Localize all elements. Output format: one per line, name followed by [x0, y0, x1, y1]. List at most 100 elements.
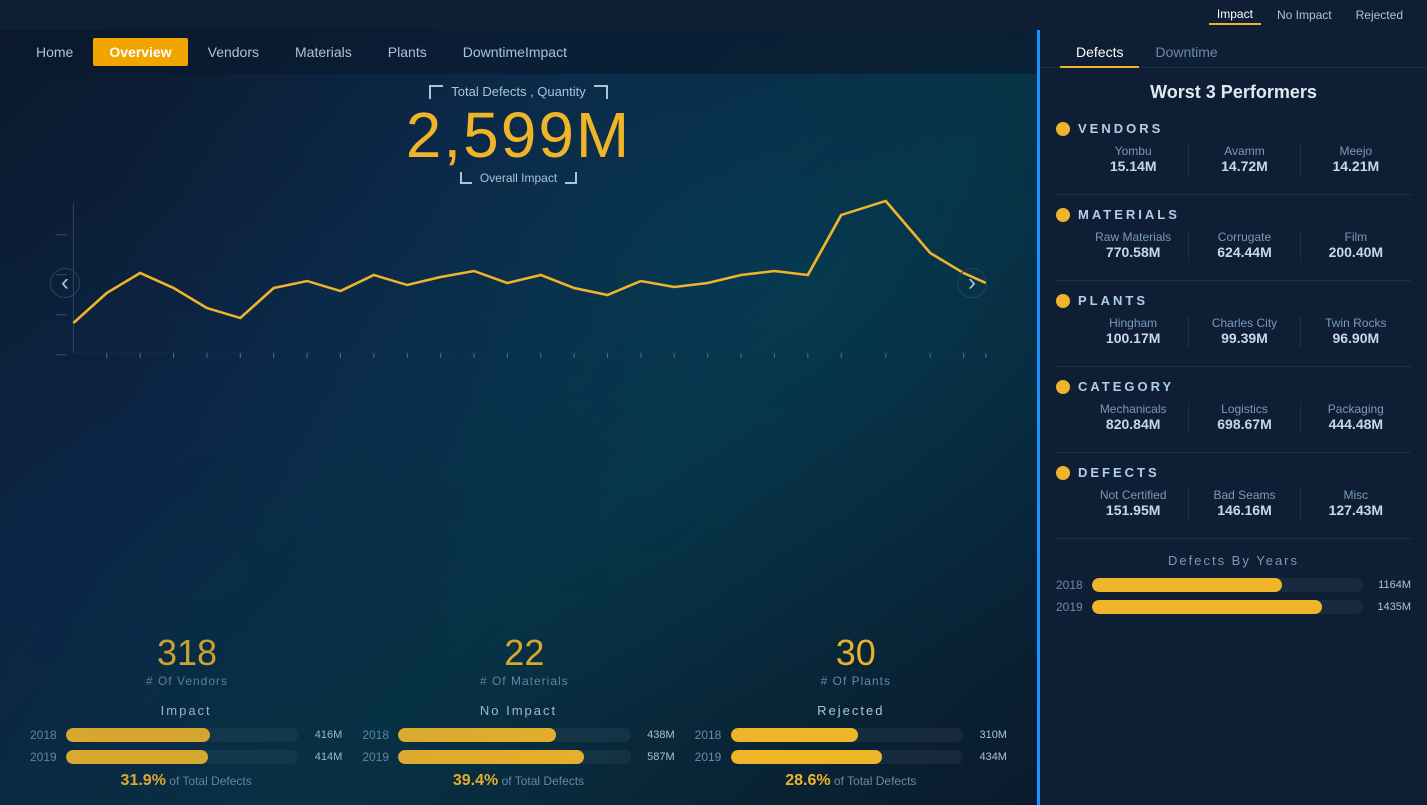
rejected-year-2018: 2018 — [695, 728, 725, 742]
rejected-bar-2018: 2018 310M — [695, 728, 1007, 742]
no-impact-pct: 39.4% of Total Defects — [362, 772, 674, 790]
rejected-value-2018: 310M — [969, 729, 1007, 741]
cat-3: Packaging 444.48M — [1301, 402, 1411, 434]
materials-name: MATERIALS — [1078, 207, 1180, 222]
divider-line — [1056, 452, 1411, 453]
dby-track-2018 — [1092, 578, 1363, 592]
plants-label: # Of Plants — [821, 674, 891, 688]
plants-dot — [1056, 294, 1070, 308]
materials-header: MATERIALS — [1056, 207, 1411, 222]
worst-performers-title: Worst 3 Performers — [1040, 68, 1427, 113]
category-vendors: VENDORS Yombu 15.14M Avamm 14.72M Meejo … — [1040, 113, 1427, 190]
filter-impact[interactable]: Impact — [1209, 5, 1261, 25]
no-impact-fill-2018 — [398, 728, 556, 742]
vendors-count: 318 — [146, 632, 228, 674]
tab-defects[interactable]: Defects — [1060, 38, 1139, 68]
impact-bar-2019: 2019 414M — [30, 750, 342, 764]
no-impact-title: No Impact — [362, 703, 674, 718]
rejected-fill-2019 — [731, 750, 882, 764]
no-impact-year-2018: 2018 — [362, 728, 392, 742]
plants-name: PLANTS — [1078, 293, 1148, 308]
material-1: Raw Materials 770.58M — [1078, 230, 1188, 262]
left-panel: Home Overview Vendors Materials Plants D… — [0, 30, 1037, 805]
impact-fill-2018 — [66, 728, 210, 742]
rejected-pct: 28.6% of Total Defects — [695, 772, 1007, 790]
divider-line — [1056, 366, 1411, 367]
overall-impact-label: Overall Impact — [60, 171, 977, 185]
impact-year-2019: 2019 — [30, 750, 60, 764]
defects-dot — [1056, 466, 1070, 480]
materials-label: # Of Materials — [480, 674, 569, 688]
dby-row-2019: 2019 1435M — [1056, 600, 1411, 614]
impact-fill-2019 — [66, 750, 208, 764]
chart-title: Total Defects , Quantity — [60, 84, 977, 99]
filter-rejected[interactable]: Rejected — [1348, 6, 1411, 24]
stats-row: 318 # Of Vendors 22 # Of Materials 30 # … — [0, 622, 1037, 693]
vendors-dot — [1056, 122, 1070, 136]
nav-plants[interactable]: Plants — [372, 38, 443, 66]
line-chart: ‹ — — — — — [40, 193, 997, 373]
dby-track-2019 — [1092, 600, 1363, 614]
nav-materials[interactable]: Materials — [279, 38, 368, 66]
material-3: Film 200.40M — [1301, 230, 1411, 262]
dby-fill-2018 — [1092, 578, 1282, 592]
impact-value-2019: 414M — [304, 751, 342, 763]
nav-downtime-impact[interactable]: DowntimeImpact — [447, 38, 583, 66]
category-category: CATEGORY Mechanicals 820.84M Logistics 6… — [1040, 371, 1427, 448]
plants-header: PLANTS — [1056, 293, 1411, 308]
rejected-fill-2018 — [731, 728, 859, 742]
impact-year-2018: 2018 — [30, 728, 60, 742]
impact-bar-2018: 2018 416M — [30, 728, 342, 742]
no-impact-track-2018 — [398, 728, 630, 742]
materials-performers: Raw Materials 770.58M Corrugate 624.44M … — [1056, 230, 1411, 262]
rejected-track-2018 — [731, 728, 963, 742]
plant-2: Charles City 99.39M — [1189, 316, 1299, 348]
filter-no-impact[interactable]: No Impact — [1269, 6, 1340, 24]
impact-title: Impact — [30, 703, 342, 718]
rejected-value-2019: 434M — [969, 751, 1007, 763]
tab-downtime[interactable]: Downtime — [1139, 38, 1233, 68]
no-impact-value-2018: 438M — [637, 729, 675, 741]
defects-performers: Not Certified 151.95M Bad Seams 146.16M … — [1056, 488, 1411, 520]
category-defects: DEFECTS Not Certified 151.95M Bad Seams … — [1040, 457, 1427, 534]
svg-text:—: — — [57, 309, 68, 319]
no-impact-fill-2019 — [398, 750, 584, 764]
divider-line — [1056, 538, 1411, 539]
dby-value-2018: 1164M — [1369, 579, 1411, 591]
nav-bar: Home Overview Vendors Materials Plants D… — [0, 30, 1037, 74]
no-impact-track-2019 — [398, 750, 630, 764]
nav-overview[interactable]: Overview — [93, 38, 187, 66]
category-materials: MATERIALS Raw Materials 770.58M Corrugat… — [1040, 199, 1427, 276]
chart-next-button[interactable]: › — [957, 268, 987, 298]
vendor-3: Meejo 14.21M — [1301, 144, 1411, 176]
total-defects-number: 2,599M — [60, 103, 977, 167]
dby-year-2018: 2018 — [1056, 578, 1086, 592]
defects-by-years: Defects By Years 2018 1164M 2019 1435M — [1040, 543, 1427, 632]
nav-vendors[interactable]: Vendors — [192, 38, 275, 66]
vendors-name: VENDORS — [1078, 121, 1163, 136]
dby-row-2018: 2018 1164M — [1056, 578, 1411, 592]
main-layout: Home Overview Vendors Materials Plants D… — [0, 30, 1427, 805]
rejected-year-2019: 2019 — [695, 750, 725, 764]
impact-track-2019 — [66, 750, 298, 764]
impact-track-2018 — [66, 728, 298, 742]
dby-fill-2019 — [1092, 600, 1322, 614]
impact-value-2018: 416M — [304, 729, 342, 741]
plant-3: Twin Rocks 96.90M — [1301, 316, 1411, 348]
category-header: CATEGORY — [1056, 379, 1411, 394]
divider-line — [1056, 280, 1411, 281]
vendors-performers: Yombu 15.14M Avamm 14.72M Meejo 14.21M — [1056, 144, 1411, 176]
nav-home[interactable]: Home — [20, 38, 89, 66]
cat-2: Logistics 698.67M — [1189, 402, 1299, 434]
dby-title: Defects By Years — [1056, 553, 1411, 568]
plants-count: 30 — [821, 632, 891, 674]
top-filter-bar: Impact No Impact Rejected — [0, 0, 1427, 30]
stat-plants: 30 # Of Plants — [821, 632, 891, 688]
vendors-header: VENDORS — [1056, 121, 1411, 136]
impact-pct: 31.9% of Total Defects — [30, 772, 342, 790]
stat-vendors: 318 # Of Vendors — [146, 632, 228, 688]
line-chart-svg: — — — — — [40, 193, 997, 373]
plants-performers: Hingham 100.17M Charles City 99.39M Twin… — [1056, 316, 1411, 348]
dby-year-2019: 2019 — [1056, 600, 1086, 614]
chart-prev-button[interactable]: ‹ — [50, 268, 80, 298]
